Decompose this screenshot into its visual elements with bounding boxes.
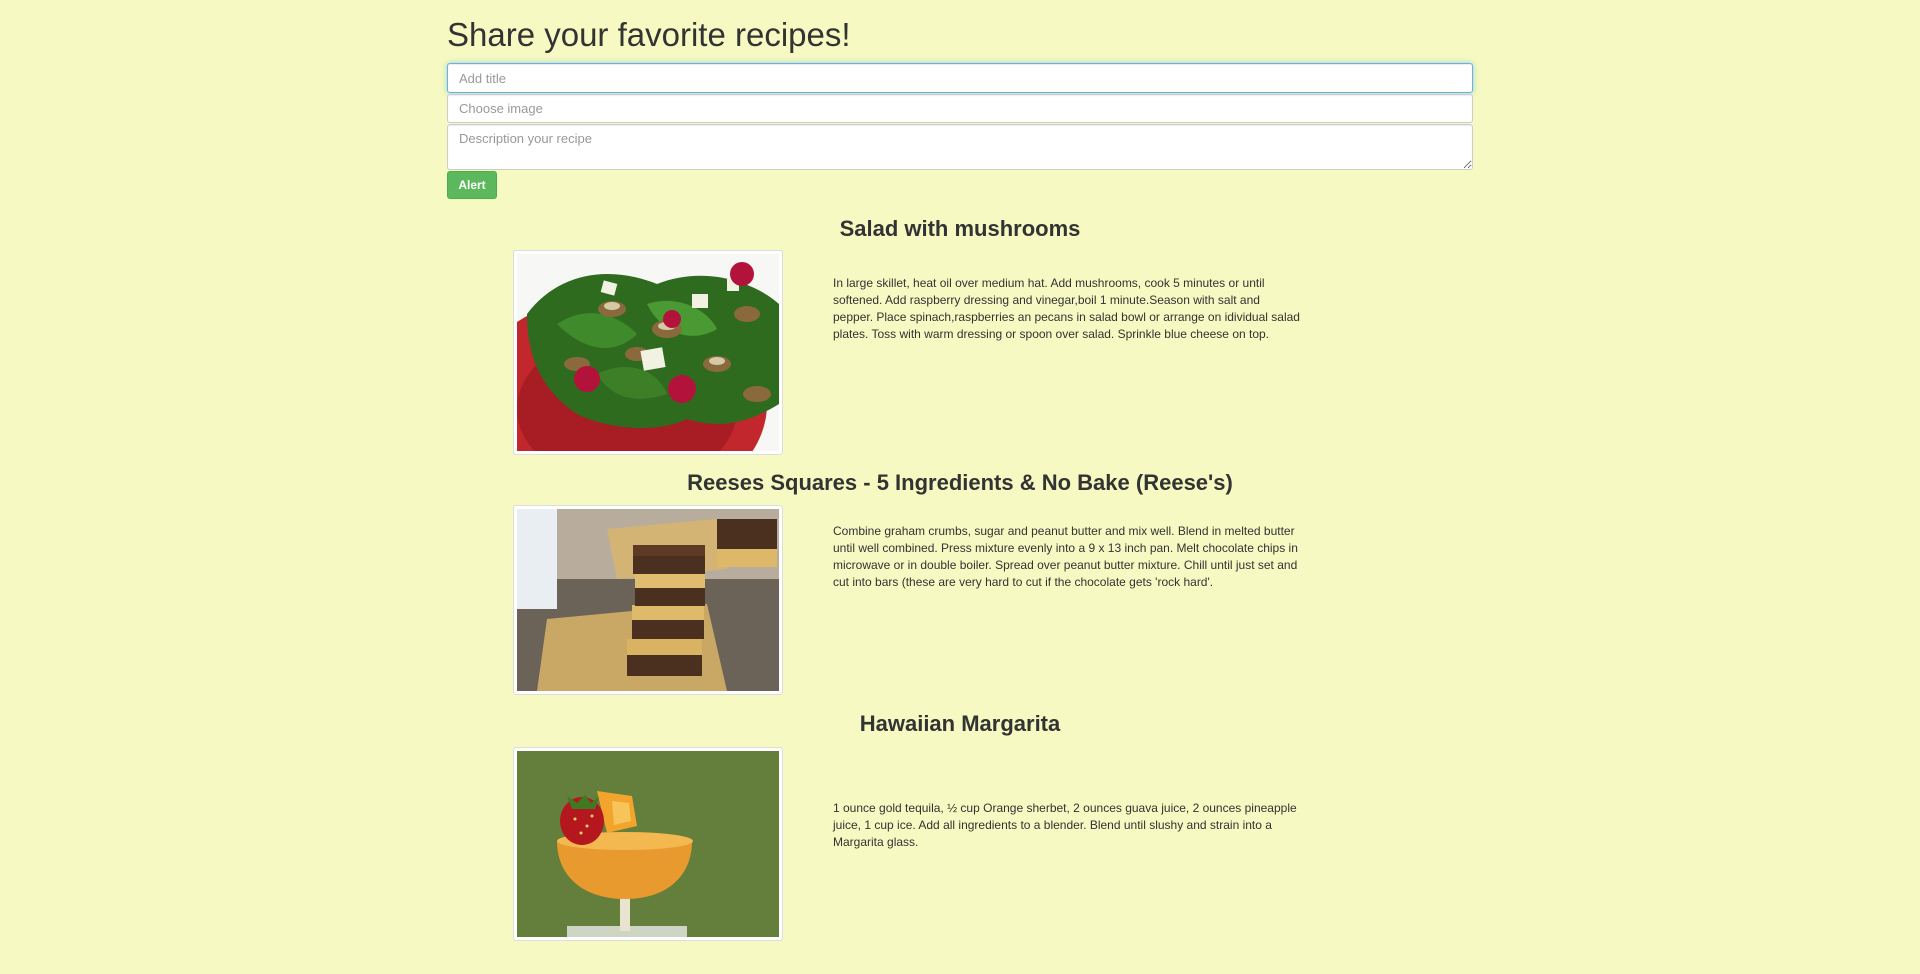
alert-button[interactable]: Alert bbox=[447, 171, 497, 199]
recipe-description: In large skillet, heat oil over medium h… bbox=[833, 276, 1300, 341]
page-title: Share your favorite recipes! bbox=[447, 16, 851, 53]
description-textarea[interactable] bbox=[447, 124, 1473, 170]
image-input[interactable] bbox=[447, 94, 1473, 123]
recipe-title: Hawaiian Margarita bbox=[859, 711, 1061, 736]
recipe-image-salad bbox=[513, 250, 783, 455]
recipe-title: Salad with mushrooms bbox=[839, 216, 1081, 241]
recipe-image-margarita bbox=[513, 747, 783, 941]
recipe-description: Combine graham crumbs, sugar and peanut … bbox=[833, 524, 1298, 589]
recipe-title: Reeses Squares - 5 Ingredients & No Bake… bbox=[687, 470, 1233, 495]
title-input[interactable] bbox=[447, 63, 1473, 93]
recipe-image-reeses-squares bbox=[513, 505, 783, 695]
recipe-description: 1 ounce gold tequila, ½ cup Orange sherb… bbox=[833, 801, 1297, 849]
